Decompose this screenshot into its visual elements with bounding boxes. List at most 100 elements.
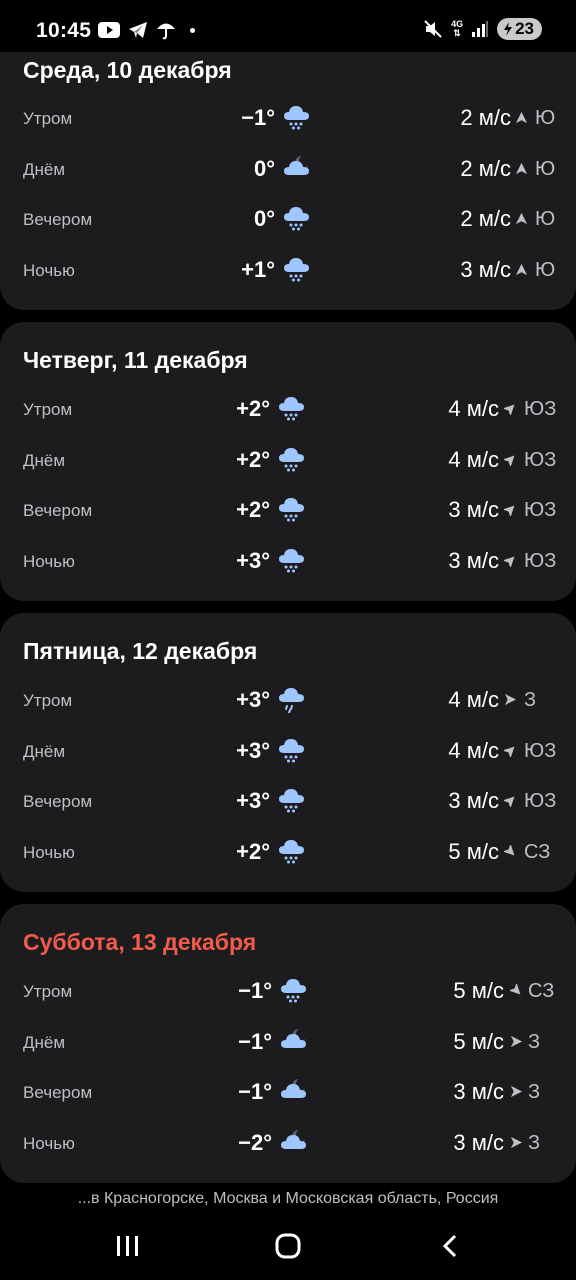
forecast-row[interactable]: Ночью +2° 5 м/с СЗ [0, 829, 576, 879]
period-label: Вечером [23, 1083, 93, 1102]
wind-arrow-e-icon [510, 1035, 523, 1048]
period-label: Днём [23, 1032, 66, 1052]
snow-icon [277, 443, 307, 473]
forecast-row[interactable]: Утром +2° 4 м/с ЮЗ [0, 386, 576, 436]
forecast-row[interactable]: Утром −1° 5 м/с СЗ [0, 968, 576, 1018]
day-card[interactable]: Суббота, 13 декабря Утром −1° 5 м/с СЗ Днём −1… [0, 904, 576, 1183]
day-card[interactable]: Четверг, 11 декабря Утром +2° 4 м/с ЮЗ Днём +2… [0, 322, 576, 601]
snow-icon [282, 202, 312, 232]
wind-arrow-se-icon [502, 843, 517, 858]
wind-speed: 4 м/с [448, 737, 499, 763]
temperature: +3° [236, 737, 270, 763]
status-time: 10:45 [36, 19, 92, 42]
forecast-row[interactable]: Утром +3° 4 м/с З [0, 677, 576, 727]
wind-direction: ЮЗ [524, 790, 557, 812]
forecast-row[interactable]: Вечером +3° 3 м/с ЮЗ [0, 778, 576, 828]
wind-arrow-n-icon [515, 162, 528, 175]
temperature: −1° [238, 1079, 272, 1104]
temperature: +2° [236, 838, 270, 864]
wind-arrow-ne-icon [502, 453, 517, 467]
notification-dot [190, 27, 195, 33]
snow-icon [277, 734, 307, 764]
wind-arrow-ne-icon [502, 744, 517, 758]
day-title: Четверг, 11 декабря [23, 347, 248, 373]
temperature: +2° [236, 396, 270, 421]
day-card[interactable]: Пятница, 12 декабря Утром +3° 4 м/с З Днём +3°… [0, 613, 576, 892]
forecast-row[interactable]: Днём +3° 4 м/с ЮЗ [0, 728, 576, 778]
period-label: Утром [23, 691, 73, 710]
cloudy-night-icon [279, 1075, 309, 1105]
wind-speed: 3 м/с [460, 256, 511, 282]
forecast-row[interactable]: Вечером 0° 2 м/с Ю [0, 196, 576, 246]
wind-direction: Ю [535, 157, 556, 180]
wind-arrow-n-icon [515, 111, 528, 124]
period-label: Вечером [23, 501, 93, 520]
snow-icon [282, 101, 312, 131]
period-label: Днём [23, 741, 66, 761]
snow-icon [277, 784, 307, 814]
wind-speed: 5 м/с [453, 978, 504, 1003]
wind-arrow-n-icon [515, 263, 528, 276]
period-label: Вечером [23, 210, 93, 229]
umbrella-icon [157, 23, 175, 40]
cloudy-night-icon [282, 152, 312, 182]
day-title: Суббота, 13 декабря [23, 929, 257, 955]
wind-direction: З [528, 1081, 541, 1103]
forecast-row[interactable]: Утром −1° 2 м/с Ю [0, 95, 576, 145]
recent-apps-button[interactable] [116, 1233, 140, 1259]
period-label: Ночью [23, 260, 75, 280]
temperature: +2° [236, 446, 270, 472]
home-button[interactable] [275, 1233, 301, 1259]
period-label: Днём [23, 159, 66, 179]
wind-direction: ЮЗ [524, 448, 557, 471]
period-label: Вечером [23, 792, 93, 811]
forecast-row[interactable]: Днём +2° 4 м/с ЮЗ [0, 437, 576, 487]
forecast-row[interactable]: Ночью +3° 3 м/с ЮЗ [0, 538, 576, 588]
forecast-row[interactable]: Днём 0° 2 м/с Ю [0, 146, 576, 196]
wind-speed: 5 м/с [448, 838, 499, 864]
network-4g-icon: 4G ⇅ [451, 19, 464, 38]
wind-arrow-ne-icon [502, 794, 517, 809]
wind-direction: ЮЗ [524, 499, 557, 521]
battery-level: 23 [515, 19, 534, 38]
wind-direction: ЮЗ [524, 739, 557, 762]
temperature: +3° [236, 547, 270, 573]
period-label: Утром [23, 400, 73, 419]
period-label: Утром [23, 109, 73, 128]
wind-arrow-ne-icon [502, 503, 517, 518]
mute-icon [424, 20, 442, 38]
wind-speed: 4 м/с [448, 396, 499, 421]
wind-arrow-ne-icon [502, 402, 517, 417]
telegram-icon [129, 22, 147, 38]
wind-direction: З [524, 689, 537, 711]
wind-direction: З [528, 1030, 541, 1053]
wind-direction: Ю [535, 107, 556, 129]
wind-speed: 3 м/с [453, 1079, 504, 1104]
wind-speed: 5 м/с [453, 1028, 504, 1054]
period-label: Днём [23, 450, 66, 470]
notification-icons [98, 20, 195, 40]
wind-arrow-se-icon [508, 982, 523, 997]
wind-speed: 4 м/с [448, 446, 499, 472]
wind-arrow-e-icon [510, 1136, 523, 1149]
wind-arrow-e-icon [504, 693, 517, 706]
forecast-row[interactable]: Ночью −2° 3 м/с З [0, 1120, 576, 1170]
temperature: −2° [238, 1129, 272, 1155]
temperature: +3° [236, 788, 270, 813]
forecast-row[interactable]: Вечером +2° 3 м/с ЮЗ [0, 487, 576, 537]
location-footer: ...в Красногорске, Москва и Московская о… [77, 1190, 499, 1207]
day-title: Среда, 10 декабря [23, 57, 232, 83]
forecast-row[interactable]: Вечером −1° 3 м/с З [0, 1069, 576, 1119]
forecast-row[interactable]: Ночью +1° 3 м/с Ю [0, 247, 576, 297]
wind-speed: 3 м/с [453, 1129, 504, 1155]
temperature: −1° [241, 105, 275, 130]
wind-arrow-ne-icon [502, 554, 517, 568]
day-card[interactable]: Среда, 10 декабря Утром −1° 2 м/с Ю Днём 0° 2 м… [0, 52, 576, 310]
snow-icon [279, 974, 309, 1004]
temperature: −1° [238, 978, 272, 1003]
signal-icon [472, 21, 489, 37]
youtube-icon [98, 22, 120, 38]
snow-icon [277, 544, 307, 574]
forecast-row[interactable]: Днём −1° 5 м/с З [0, 1019, 576, 1069]
back-button[interactable] [440, 1233, 460, 1259]
